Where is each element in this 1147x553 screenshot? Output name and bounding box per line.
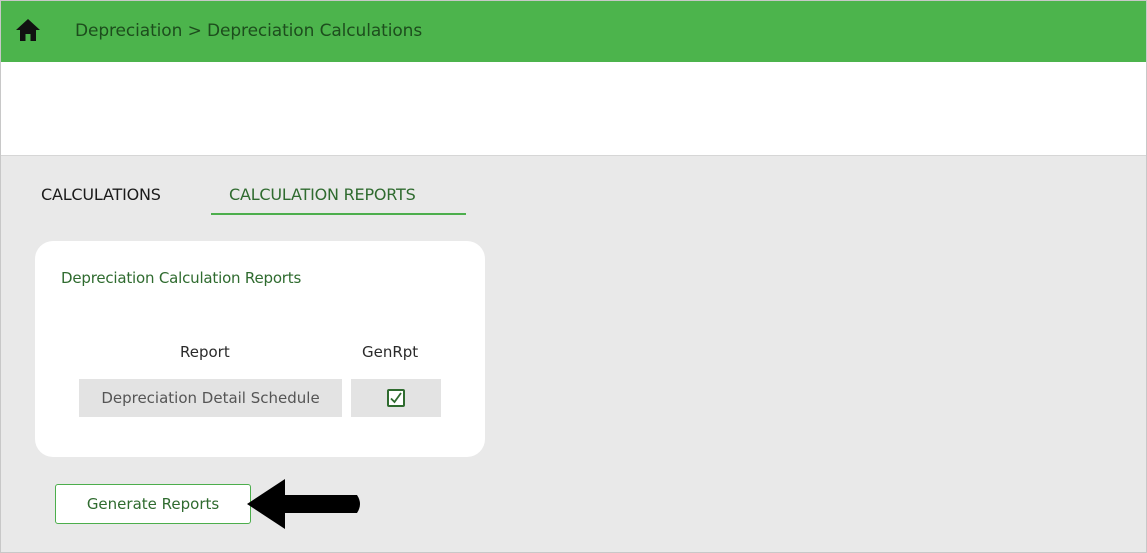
report-name-cell: Depreciation Detail Schedule	[79, 379, 342, 417]
tab-calculation-reports[interactable]: CALCULATION REPORTS	[229, 185, 416, 204]
report-name: Depreciation Detail Schedule	[101, 389, 320, 407]
tab-calculations[interactable]: CALCULATIONS	[41, 185, 161, 204]
card-title: Depreciation Calculation Reports	[61, 269, 302, 287]
active-tab-indicator	[211, 213, 466, 215]
genrpt-checkbox[interactable]	[387, 389, 405, 407]
genrpt-cell	[351, 379, 441, 417]
column-header-genrpt: GenRpt	[362, 343, 419, 361]
home-icon[interactable]	[15, 18, 41, 42]
column-header-report: Report	[180, 343, 230, 361]
top-navigation-bar: Depreciation > Depreciation Calculations	[1, 1, 1146, 62]
checkmark-icon	[390, 392, 402, 404]
breadcrumb[interactable]: Depreciation > Depreciation Calculations	[75, 21, 422, 41]
generate-reports-button[interactable]: Generate Reports	[55, 484, 251, 524]
app-window: Depreciation > Depreciation Calculations…	[0, 0, 1147, 553]
pointer-arrow-icon	[247, 479, 360, 529]
reports-card: Depreciation Calculation Reports Report …	[35, 241, 485, 457]
toolbar-area	[1, 62, 1146, 156]
